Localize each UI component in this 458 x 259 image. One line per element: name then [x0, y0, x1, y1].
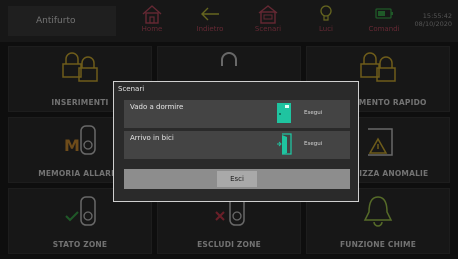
execute-button[interactable]: Esegui	[304, 141, 322, 147]
scene-name: Vado a dormire	[130, 103, 184, 111]
dialog-title: Scenari	[118, 85, 145, 93]
scenes-dialog: Scenari Vado a dormire Esegui Arrivo in …	[113, 81, 359, 202]
door-open-icon	[277, 133, 292, 155]
scene-row-vado-a-dormire[interactable]: Vado a dormire Esegui	[124, 100, 350, 128]
execute-button[interactable]: Esegui	[304, 110, 322, 116]
exit-button[interactable]: Esci	[217, 171, 257, 187]
scene-row-arrivo-in-bici[interactable]: Arrivo in bici Esegui	[124, 131, 350, 159]
screen: Antifurto Home Indietro Scenari Luci Com…	[0, 0, 458, 259]
dialog-footer: Esci	[124, 169, 350, 189]
door-closed-icon	[277, 103, 291, 123]
scene-name: Arrivo in bici	[130, 134, 174, 142]
